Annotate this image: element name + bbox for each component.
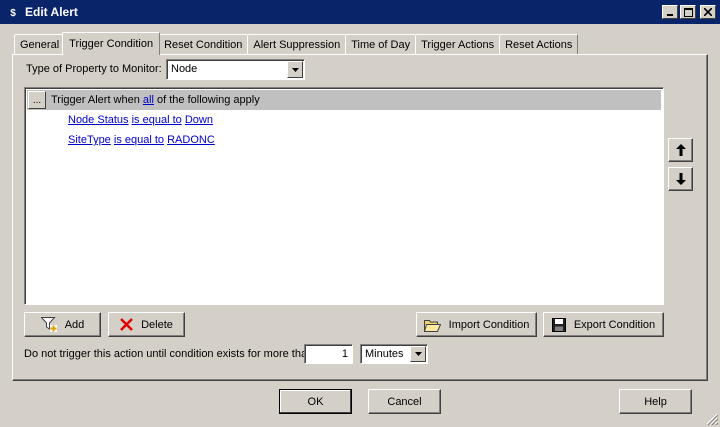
minimize-button[interactable] <box>662 5 678 19</box>
tab-trigger-actions[interactable]: Trigger Actions <box>415 34 501 54</box>
cancel-label: Cancel <box>387 395 422 408</box>
resize-grip-icon[interactable] <box>706 413 718 425</box>
condition-row: Node Status is equal to Down <box>68 114 213 126</box>
close-icon <box>704 8 712 16</box>
condition-suffix: of the following apply <box>157 94 260 106</box>
condition-menu-button[interactable]: ... <box>28 91 46 109</box>
condition-prefix: Trigger Alert when <box>51 94 140 106</box>
tab-reset-actions[interactable]: Reset Actions <box>499 34 579 54</box>
delay-unit-select[interactable]: Minutes <box>360 344 428 364</box>
cancel-button[interactable]: Cancel <box>368 389 441 414</box>
tab-label: General <box>20 38 60 51</box>
floppy-disk-icon <box>551 317 566 332</box>
maximize-icon <box>683 7 693 17</box>
arrow-down-icon <box>675 173 686 185</box>
condition-group-header: ... Trigger Alert when all of the follow… <box>27 90 661 110</box>
tab-label: Trigger Actions <box>421 38 495 51</box>
property-type-value: Node <box>171 63 198 75</box>
property-type-label: Type of Property to Monitor: <box>26 63 162 75</box>
help-label: Help <box>644 395 667 408</box>
tab-label: Trigger Condition <box>69 38 154 50</box>
condition-field-link[interactable]: Node Status <box>68 114 129 126</box>
tab-label: Time of Day <box>351 38 411 51</box>
tab-alert-suppression[interactable]: Alert Suppression <box>247 34 347 54</box>
tab-time-of-day[interactable]: Time of Day <box>345 34 417 54</box>
export-label: Export Condition <box>573 318 656 331</box>
open-folder-icon <box>423 318 441 332</box>
delay-unit-value: Minutes <box>365 348 404 360</box>
quantifier-link[interactable]: all <box>143 94 154 106</box>
svg-text:$: $ <box>10 8 16 19</box>
import-label: Import Condition <box>448 318 530 331</box>
arrow-up-icon <box>675 144 686 156</box>
move-down-button[interactable] <box>668 167 693 191</box>
dollar-app-icon: $ <box>6 5 20 19</box>
condition-value-link[interactable]: RADONC <box>167 134 215 146</box>
condition-field-link[interactable]: SiteType <box>68 134 111 146</box>
help-button[interactable]: Help <box>619 389 692 414</box>
add-condition-button[interactable]: Add <box>24 312 101 337</box>
window-title: Edit Alert <box>25 5 78 19</box>
delete-condition-button[interactable]: Delete <box>108 312 185 337</box>
delete-label: Delete <box>141 318 173 331</box>
move-up-button[interactable] <box>668 138 693 162</box>
condition-operator-link[interactable]: is equal to <box>114 134 164 146</box>
tab-label: Reset Condition <box>164 38 243 51</box>
red-x-icon <box>120 318 133 331</box>
funnel-add-icon <box>40 317 57 332</box>
condition-list[interactable]: ... Trigger Alert when all of the follow… <box>24 87 664 305</box>
add-label: Add <box>64 318 85 331</box>
tab-trigger-condition[interactable]: Trigger Condition <box>62 32 161 55</box>
delay-label: Do not trigger this action until conditi… <box>24 348 314 360</box>
dropdown-arrow[interactable] <box>410 346 426 362</box>
dropdown-arrow[interactable] <box>287 61 303 78</box>
delay-value-input[interactable]: 1 <box>304 344 353 364</box>
condition-group-text: Trigger Alert when all of the following … <box>51 94 260 106</box>
condition-value-link[interactable]: Down <box>185 114 213 126</box>
chevron-down-icon <box>291 67 299 72</box>
condition-row: SiteType is equal to RADONC <box>68 134 215 146</box>
ok-button[interactable]: OK <box>279 389 352 414</box>
ok-label: OK <box>307 395 324 408</box>
export-condition-button[interactable]: Export Condition <box>543 312 664 337</box>
tab-label: Reset Actions <box>505 38 573 51</box>
tab-reset-condition[interactable]: Reset Condition <box>158 34 249 54</box>
title-bar: $ Edit Alert <box>0 0 720 24</box>
minimize-icon <box>667 14 673 16</box>
import-condition-button[interactable]: Import Condition <box>416 312 537 337</box>
tab-strip: General Trigger Condition Reset Conditio… <box>14 32 579 55</box>
tab-general[interactable]: General <box>14 34 66 54</box>
close-button[interactable] <box>700 5 716 19</box>
condition-operator-link[interactable]: is equal to <box>132 114 182 126</box>
maximize-button[interactable] <box>680 5 696 19</box>
chevron-down-icon <box>414 352 422 356</box>
property-type-select[interactable]: Node <box>166 59 305 80</box>
tab-label: Alert Suppression <box>253 38 341 51</box>
